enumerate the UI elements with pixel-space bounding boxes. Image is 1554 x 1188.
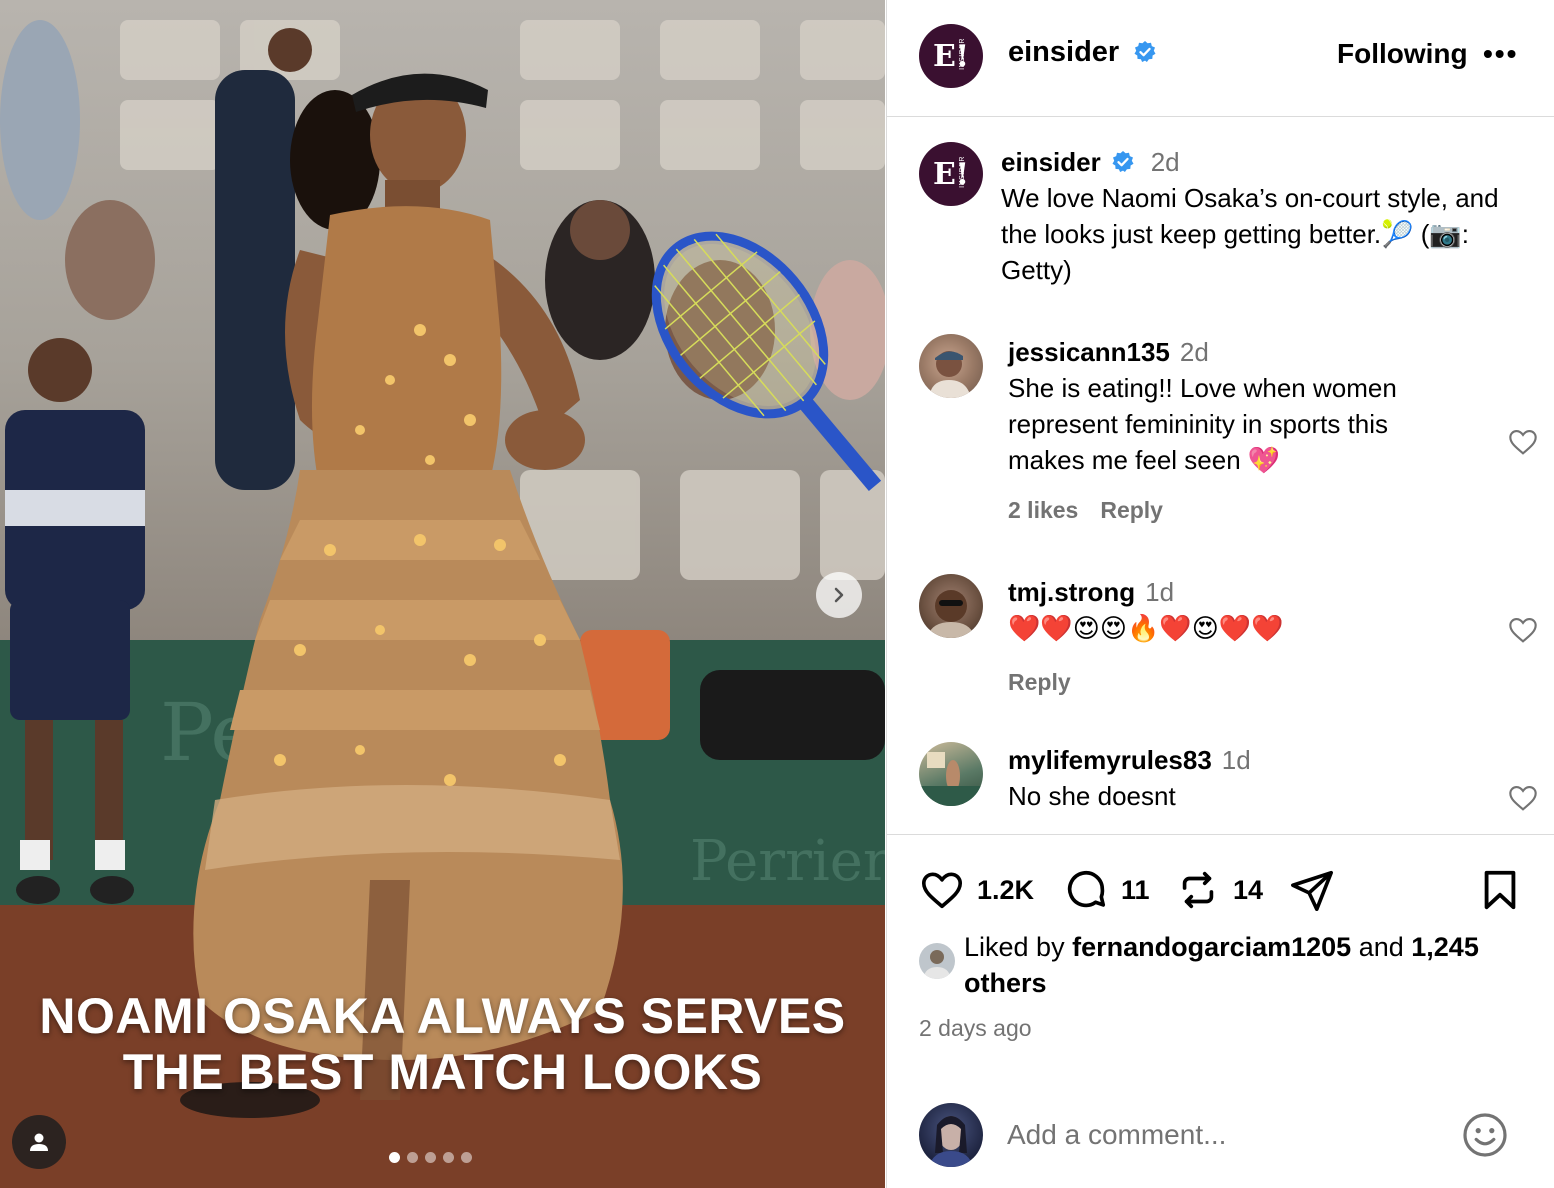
caption-time: 2d: [1150, 147, 1180, 177]
liked-by-suffix[interactable]: others: [964, 968, 1047, 998]
add-comment-input[interactable]: [1007, 1115, 1437, 1155]
like-count: 1.2K: [977, 874, 1035, 905]
comment-likes-link[interactable]: 2 likes: [1008, 497, 1078, 523]
comment-time: 1d: [1221, 745, 1251, 775]
emoji-picker-icon[interactable]: [1461, 1111, 1509, 1159]
brand-logo-sub: INSIDER: [959, 156, 966, 188]
carousel-dot: [461, 1152, 472, 1163]
like-comment-heart-icon[interactable]: [1507, 782, 1539, 814]
avatar-photo: [929, 351, 971, 398]
comment-button[interactable]: 11: [1063, 867, 1150, 913]
liked-by-text: Liked by fernandogarciam1205 and 1,245 o…: [964, 929, 1529, 1001]
like-comment-heart-icon[interactable]: [1507, 426, 1539, 458]
repost-count: 14: [1233, 874, 1264, 905]
post-footer: 1.2K 11 14 Liked by fernandogarciam1205 …: [887, 834, 1554, 1188]
comments-list[interactable]: E! INSIDER einsider 2d We love Naomi Osa…: [887, 118, 1554, 834]
caption-avatar[interactable]: E! INSIDER: [919, 142, 983, 206]
liked-by-middle: and: [1351, 932, 1412, 962]
liked-by-count[interactable]: 1,245: [1411, 932, 1479, 962]
heart-icon: [921, 872, 963, 909]
comment-time: 1d: [1145, 577, 1175, 607]
carousel-dot: [407, 1152, 418, 1163]
carousel-dot: [389, 1152, 400, 1163]
post-timestamp: 2 days ago: [919, 1015, 1032, 1041]
brand-avatar[interactable]: E! INSIDER: [919, 24, 983, 88]
comment-bubble-icon: [1067, 871, 1106, 908]
comment-body: mylifemyrules83 1d No she doesnt: [1008, 742, 1468, 814]
reply-button[interactable]: Reply: [1100, 497, 1163, 523]
comment-username[interactable]: tmj.strong: [1008, 577, 1135, 607]
share-button[interactable]: [1289, 867, 1335, 913]
liked-by-user[interactable]: fernandogarciam1205: [1072, 932, 1351, 962]
brand-logo-sub: INSIDER: [959, 38, 966, 70]
comment-username[interactable]: jessicann135: [1008, 337, 1170, 367]
send-icon: [1291, 870, 1333, 911]
liked-by-avatar[interactable]: [919, 943, 955, 979]
avatar-photo: [919, 752, 983, 806]
comment-body: jessicann135 2d She is eating!! Love when…: [1008, 334, 1468, 528]
overlay-line-1: NOAMI OSAKA ALWAYS SERVES: [39, 988, 846, 1044]
carousel-next-button[interactable]: [816, 572, 862, 618]
carousel-indicator: [389, 1152, 472, 1163]
post-side-panel: E! INSIDER einsider Following ••• E! INS…: [886, 0, 1554, 1188]
carousel-dot: [443, 1152, 454, 1163]
post-header: E! INSIDER einsider Following •••: [887, 0, 1554, 117]
verified-badge-icon: [1134, 41, 1156, 62]
like-button[interactable]: 1.2K: [919, 867, 1034, 913]
reply-button[interactable]: Reply: [1008, 669, 1071, 695]
comment-avatar[interactable]: [919, 574, 983, 638]
svg-text:Perrier: Perrier: [690, 829, 885, 894]
comment-actions: 2 likes Reply: [1008, 492, 1468, 528]
action-bar: 1.2K 11 14: [919, 867, 1523, 913]
comment-text: No she doesnt: [1008, 781, 1176, 811]
tagged-users-button[interactable]: [12, 1115, 66, 1169]
avatar-photo: [929, 1116, 973, 1167]
more-options-icon[interactable]: •••: [1483, 38, 1518, 70]
comment-time: 2d: [1179, 337, 1209, 367]
comment-avatar[interactable]: [919, 742, 983, 806]
repost-button[interactable]: 14: [1175, 867, 1263, 913]
header-username[interactable]: einsider: [1008, 36, 1157, 69]
add-comment-bar: [887, 1087, 1554, 1188]
comment-username[interactable]: mylifemyrules83: [1008, 745, 1212, 775]
overlay-line-2: THE BEST MATCH LOOKS: [122, 1044, 763, 1100]
verified-badge-icon: [1112, 151, 1134, 172]
avatar-photo: [923, 950, 951, 979]
post-overlay-headline: NOAMI OSAKA ALWAYS SERVES THE BEST MATCH…: [0, 988, 885, 1100]
carousel-dot: [425, 1152, 436, 1163]
like-comment-heart-icon[interactable]: [1507, 614, 1539, 646]
caption-text: We love Naomi Osaka’s on-court style, an…: [1001, 183, 1499, 285]
repost-icon: [1182, 871, 1214, 909]
comment-text: ❤️❤️😍😍🔥❤️😍❤️❤️: [1008, 613, 1284, 643]
comment-count: 11: [1121, 874, 1150, 905]
comment-text: She is eating!! Love when women represen…: [1008, 373, 1397, 475]
bookmark-icon: [1484, 870, 1516, 910]
post-image[interactable]: Perri Perrier: [0, 0, 885, 1188]
user-icon: [30, 1133, 48, 1151]
liked-by-prefix: Liked by: [964, 932, 1073, 962]
caption-body: einsider 2d We love Naomi Osaka’s on-cou…: [1001, 144, 1531, 288]
save-button[interactable]: [1477, 867, 1523, 913]
chevron-right-icon: [834, 587, 844, 603]
avatar-photo: [927, 590, 975, 638]
current-user-avatar[interactable]: [919, 1103, 983, 1167]
header-username-text: einsider: [1008, 36, 1120, 68]
comment-actions: Reply: [1008, 664, 1468, 700]
following-button[interactable]: Following: [1337, 38, 1468, 70]
comment-avatar[interactable]: [919, 334, 983, 398]
comment-body: tmj.strong 1d ❤️❤️😍😍🔥❤️😍❤️❤️ Reply: [1008, 574, 1468, 700]
caption-username[interactable]: einsider: [1001, 147, 1101, 177]
